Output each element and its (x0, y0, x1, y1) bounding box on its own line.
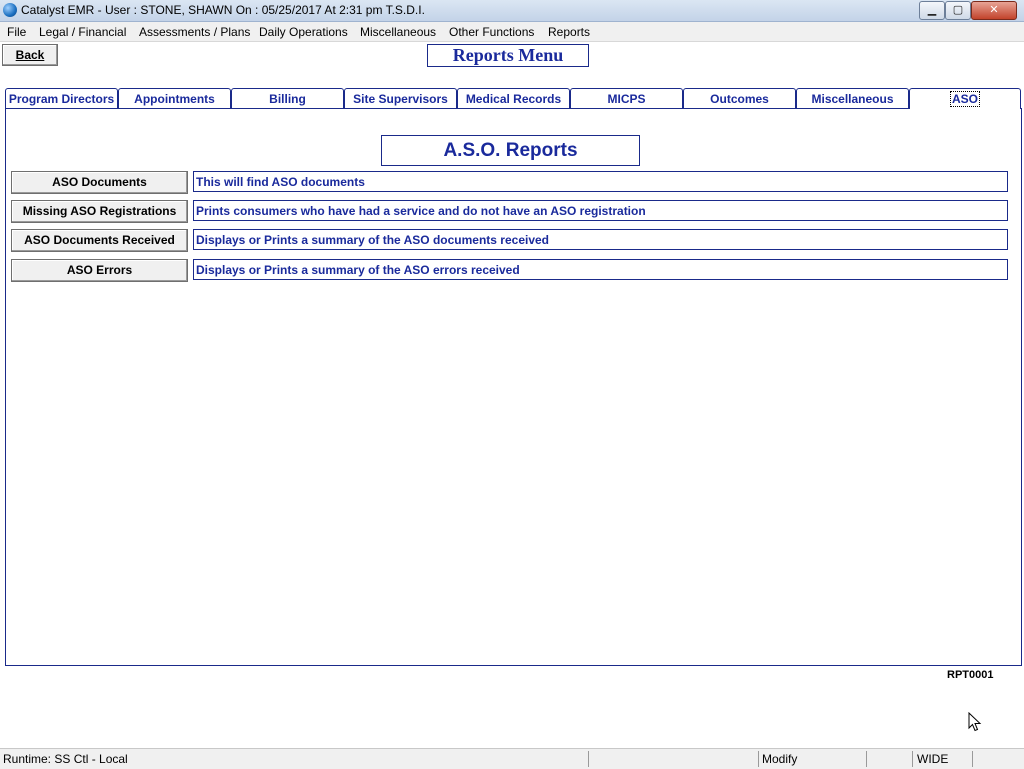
tab-aso[interactable]: ASO (909, 88, 1021, 109)
status-divider (912, 751, 913, 767)
menu-reports[interactable]: Reports (548, 25, 590, 39)
status-width-mode: WIDE (917, 752, 949, 766)
menu-assessments-plans[interactable]: Assessments / Plans (139, 25, 250, 39)
aso-documents-received-button[interactable]: ASO Documents Received (11, 229, 188, 252)
status-divider (758, 751, 759, 767)
status-mode: Modify (762, 752, 798, 766)
menu-legal-financial[interactable]: Legal / Financial (39, 25, 126, 39)
missing-aso-registrations-button[interactable]: Missing ASO Registrations (11, 200, 188, 223)
menu-daily-operations[interactable]: Daily Operations (259, 25, 348, 39)
status-divider (866, 751, 867, 767)
menu-bar: File Legal / Financial Assessments / Pla… (0, 22, 1024, 42)
title-bar: Catalyst EMR - User : STONE, SHAWN On : … (0, 0, 1024, 22)
back-label: Back (15, 48, 45, 62)
tab-program-directors[interactable]: Program Directors (5, 88, 118, 108)
aso-documents-button[interactable]: ASO Documents (11, 171, 188, 194)
menu-other-functions[interactable]: Other Functions (449, 25, 534, 39)
aso-documents-description: This will find ASO documents (193, 171, 1008, 192)
minimize-button[interactable]: ▁ (919, 1, 945, 20)
status-divider (972, 751, 973, 767)
aso-documents-received-description: Displays or Prints a summary of the ASO … (193, 229, 1008, 250)
close-button[interactable]: ✕ (971, 1, 1017, 20)
tab-micps[interactable]: MICPS (570, 88, 683, 108)
menu-file[interactable]: File (7, 25, 26, 39)
section-title: A.S.O. Reports (381, 135, 640, 166)
tab-site-supervisors[interactable]: Site Supervisors (344, 88, 457, 108)
status-divider (588, 751, 589, 767)
status-bar: Runtime: SS Ctl - Local Modify WIDE (0, 748, 1024, 769)
tab-strip: Program Directors Appointments Billing S… (5, 88, 1021, 109)
menu-miscellaneous[interactable]: Miscellaneous (360, 25, 436, 39)
tab-billing[interactable]: Billing (231, 88, 344, 108)
tab-medical-records[interactable]: Medical Records (457, 88, 570, 108)
status-runtime: Runtime: SS Ctl - Local (3, 752, 128, 766)
aso-errors-button[interactable]: ASO Errors (11, 259, 188, 282)
app-globe-icon (3, 3, 17, 17)
form-code: RPT0001 (947, 669, 994, 681)
aso-errors-description: Displays or Prints a summary of the ASO … (193, 259, 1008, 280)
missing-aso-registrations-description: Prints consumers who have had a service … (193, 200, 1008, 221)
mouse-pointer-icon (968, 712, 982, 732)
page-title: Reports Menu (427, 44, 589, 67)
maximize-button[interactable]: ▢ (945, 1, 971, 20)
tab-miscellaneous[interactable]: Miscellaneous (796, 88, 909, 108)
tab-outcomes[interactable]: Outcomes (683, 88, 796, 108)
tab-appointments[interactable]: Appointments (118, 88, 231, 108)
window-title: Catalyst EMR - User : STONE, SHAWN On : … (21, 3, 425, 17)
back-button[interactable]: Back (2, 44, 58, 66)
